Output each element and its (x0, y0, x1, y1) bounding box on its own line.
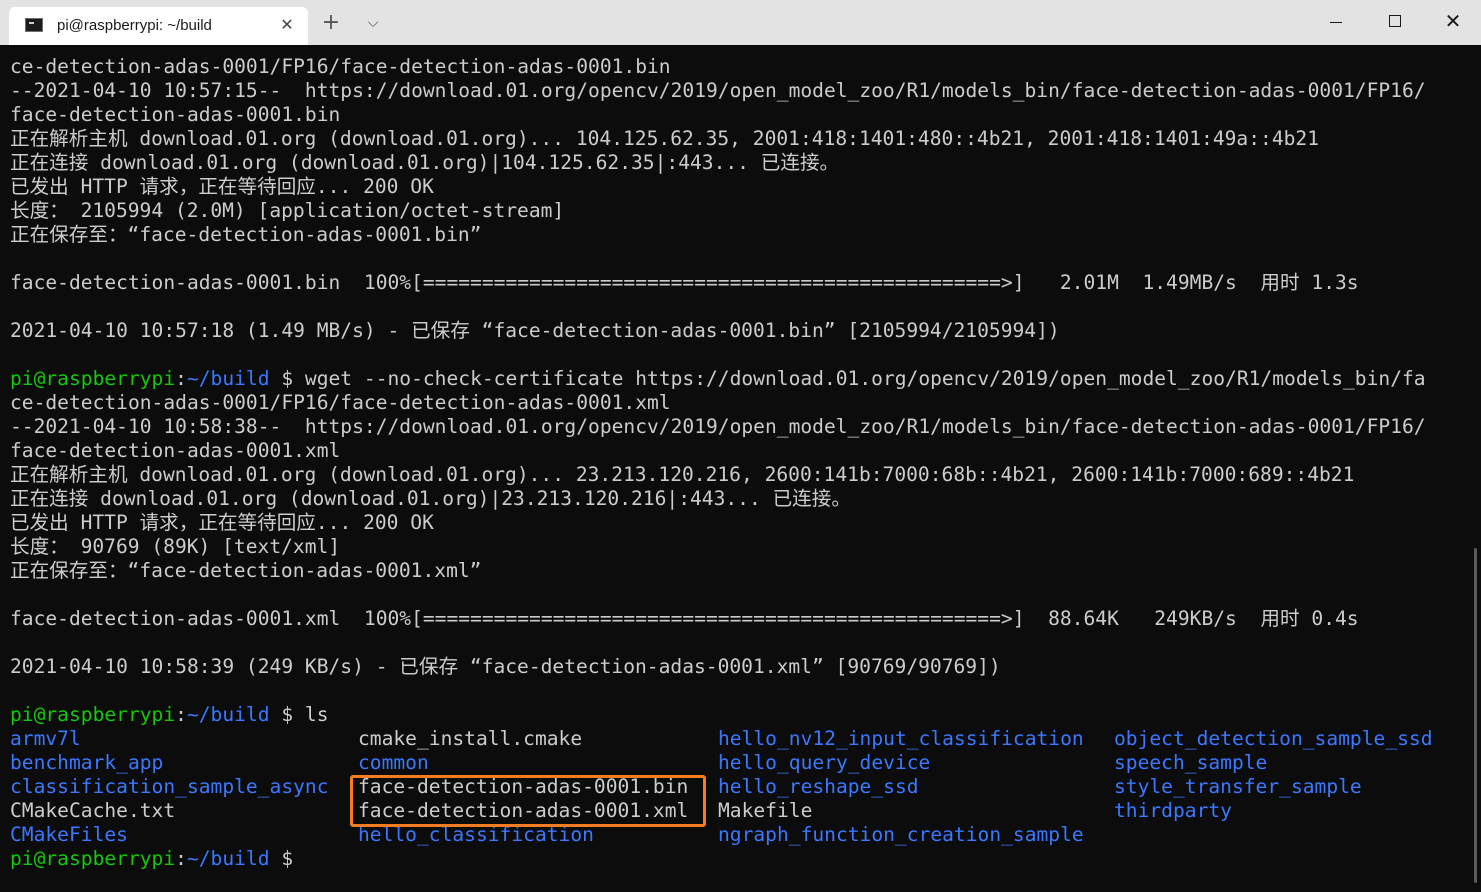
new-tab-button[interactable]: + (318, 10, 344, 36)
output-line: ce-detection-adas-0001/FP16/face-detecti… (10, 55, 671, 78)
ls-entry: style_transfer_sample (1114, 775, 1362, 798)
prompt-line: pi@raspberrypi:~/build $ ls (10, 703, 1460, 727)
ls-entry: benchmark_app (10, 751, 164, 774)
ls-row: CMakeFiles hello_classification ngraph_fun… (10, 823, 1460, 847)
terminal-window: pi@raspberrypi: ~/build ✕ + ⌵ ✕ ce-detec… (0, 0, 1481, 892)
prompt-dollar: $ (269, 847, 305, 870)
ls-row: benchmark_app common hello_query_device spe… (10, 751, 1460, 775)
output-line: 正在连接 download.01.org (download.01.org)|2… (10, 487, 851, 510)
ls-row: armv7l cmake_install.cmake hello_nv12_inpu… (10, 727, 1460, 751)
output-line: 正在连接 download.01.org (download.01.org)|1… (10, 151, 840, 174)
prompt-line: pi@raspberrypi:~/build $ wget --no-check… (10, 367, 1460, 391)
maximize-icon (1389, 15, 1401, 27)
output-line: face-detection-adas-0001.bin (10, 103, 341, 126)
output-line: 长度： 90769 (89K) [text/xml] (10, 535, 341, 558)
output-line: face-detection-adas-0001.xml (10, 439, 341, 462)
ls-entry: cmake_install.cmake (358, 727, 583, 750)
minimize-icon (1330, 22, 1342, 23)
terminal-output[interactable]: ce-detection-adas-0001/FP16/face-detecti… (10, 55, 1460, 885)
output-line: 长度： 2105994 (2.0M) [application/octet-st… (10, 199, 565, 222)
title-bar[interactable]: pi@raspberrypi: ~/build ✕ + ⌵ ✕ (0, 0, 1481, 45)
prompt-path: ~/build (186, 847, 270, 870)
ls-entry: CMakeFiles (10, 823, 128, 846)
ls-entry: hello_nv12_input_classification (718, 727, 1084, 750)
close-button[interactable]: ✕ (1424, 0, 1481, 45)
output-line: 2021-04-10 10:58:39 (249 KB/s) - 已保存 “fa… (10, 655, 1001, 678)
output-line: 正在保存至：“face-detection-adas-0001.xml” (10, 559, 482, 582)
highlight-box (350, 775, 706, 827)
prompt-user-host: pi@raspberrypi (10, 367, 176, 390)
prompt-user-host: pi@raspberrypi (10, 703, 176, 726)
progress-line: face-detection-adas-0001.xml 100%[======… (10, 607, 1359, 630)
prompt-dollar: $ (269, 703, 305, 726)
ls-entry: classification_sample_async (10, 775, 329, 798)
prompt-colon: : (175, 847, 187, 870)
tab-close-icon[interactable]: ✕ (277, 15, 297, 35)
output-line: 2021-04-10 10:57:18 (1.49 MB/s) - 已保存 “f… (10, 319, 1060, 342)
progress-line: face-detection-adas-0001.bin 100%[======… (10, 271, 1359, 294)
output-line: 已发出 HTTP 请求，正在等待回应... 200 OK (10, 175, 434, 198)
ls-entry: common (358, 751, 429, 774)
prompt-colon: : (175, 367, 187, 390)
chevron-down-icon[interactable]: ⌵ (360, 10, 386, 36)
ls-entry: speech_sample (1114, 751, 1268, 774)
maximize-button[interactable] (1366, 0, 1424, 45)
ls-row: CMakeCache.txt face-detection-adas-0001.x… (10, 799, 1460, 823)
output-line: ce-detection-adas-0001/FP16/face-detecti… (10, 391, 671, 414)
output-line: --2021-04-10 10:58:38-- https://download… (10, 415, 1426, 438)
command-text: wget --no-check-certificate https://down… (304, 367, 1426, 390)
command-text: ls (304, 703, 329, 726)
terminal-icon (25, 18, 43, 32)
ls-row: classification_sample_async face-detectio… (10, 775, 1460, 799)
prompt-path: ~/build (186, 367, 270, 390)
tab-terminal[interactable]: pi@raspberrypi: ~/build ✕ (9, 7, 308, 45)
ls-entry: hello_reshape_ssd (718, 775, 919, 798)
prompt-colon: : (175, 703, 187, 726)
prompt-path: ~/build (186, 703, 270, 726)
output-line: --2021-04-10 10:57:15-- https://download… (10, 79, 1426, 102)
ls-entry: armv7l (10, 727, 81, 750)
output-line: 已发出 HTTP 请求，正在等待回应... 200 OK (10, 511, 434, 534)
prompt-dollar: $ (269, 367, 305, 390)
prompt-line: pi@raspberrypi:~/build $ (10, 847, 1460, 871)
prompt-user-host: pi@raspberrypi (10, 847, 176, 870)
output-line: 正在保存至：“face-detection-adas-0001.bin” (10, 223, 482, 246)
ls-output: armv7l cmake_install.cmake hello_nv12_inpu… (10, 727, 1460, 847)
output-line: 正在解析主机 download.01.org (download.01.org)… (10, 463, 1355, 486)
scrollbar[interactable] (1474, 548, 1477, 883)
ls-entry: ngraph_function_creation_sample (718, 823, 1084, 846)
ls-entry: object_detection_sample_ssd (1114, 727, 1433, 750)
output-line: 正在解析主机 download.01.org (download.01.org)… (10, 127, 1320, 150)
tab-title: pi@raspberrypi: ~/build (57, 17, 212, 34)
minimize-button[interactable] (1308, 0, 1366, 45)
ls-entry: hello_query_device (718, 751, 931, 774)
ls-entry: CMakeCache.txt (10, 799, 176, 822)
ls-entry: Makefile (718, 799, 813, 822)
ls-entry: thirdparty (1114, 799, 1232, 822)
